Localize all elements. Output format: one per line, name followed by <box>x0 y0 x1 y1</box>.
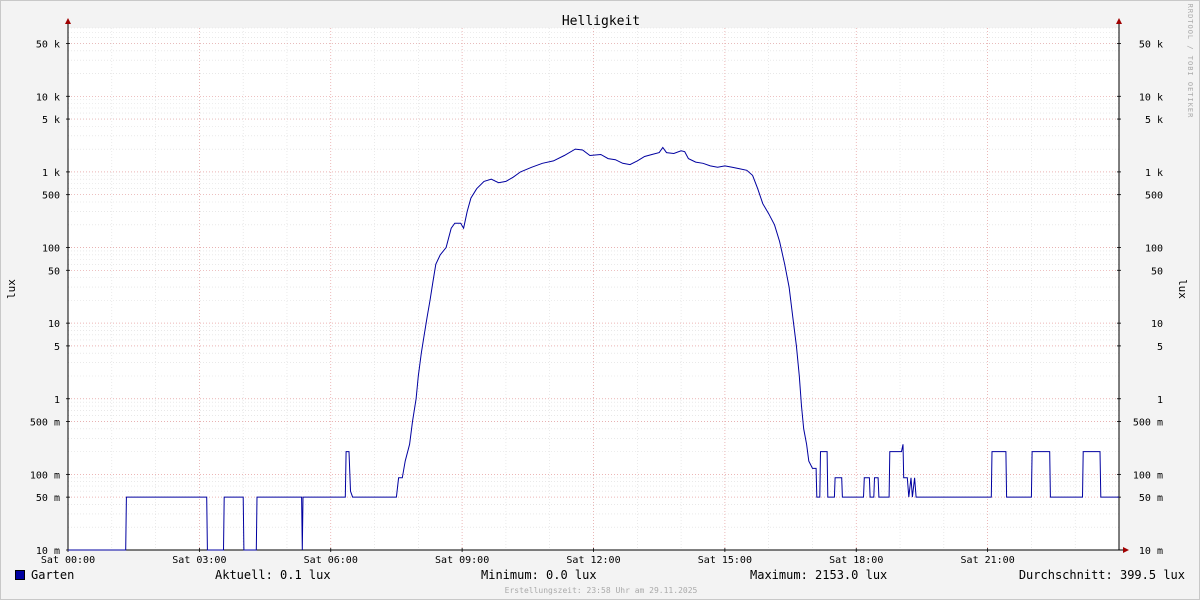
y-axis-label-right: lux <box>1176 279 1189 299</box>
watermark: RRDTOOL / TOBI OETIKER <box>1186 4 1194 119</box>
y-tick-label-right: 10 <box>1151 319 1163 330</box>
stat-maximum: Maximum: 2153.0 lux <box>750 568 888 582</box>
y-tick-label-left: 50 k <box>36 39 60 50</box>
y-tick-label-left: 100 <box>42 244 60 255</box>
y-tick-label-left: 500 <box>42 191 60 202</box>
y-tick-label-right: 500 m <box>1133 418 1163 429</box>
y-tick-label-left: 1 <box>54 395 60 406</box>
x-tick-label: Sat 06:00 <box>304 555 358 566</box>
y-axis-label-left: lux <box>5 279 18 299</box>
legend-series-name: Garten <box>31 568 75 582</box>
y-tick-label-right: 10 m <box>1139 546 1163 557</box>
y-tick-label-left: 10 k <box>36 92 60 103</box>
y-tick-label-right: 100 <box>1145 244 1163 255</box>
y-tick-label-right: 50 m <box>1139 493 1163 504</box>
y-tick-label-right: 100 m <box>1133 470 1163 481</box>
y-tick-label-right: 50 <box>1151 266 1163 277</box>
y-axis-arrow-left <box>65 18 71 24</box>
y-tick-label-right: 1 <box>1157 395 1163 406</box>
stat-aktuell: Aktuell: 0.1 lux <box>215 568 331 582</box>
y-tick-label-right: 5 <box>1157 342 1163 353</box>
chart: 10 m 10 m50 m 50 m100 m 100 m500 m 500 m1 15 5… <box>5 4 1194 566</box>
legend-row: Garten Aktuell: 0.1 lux Minimum: 0.0 lux… <box>15 568 1187 584</box>
y-tick-label-right: 1 k <box>1145 168 1163 179</box>
y-tick-label-left: 1 k <box>42 168 60 179</box>
y-tick-label-left: 10 <box>48 319 60 330</box>
y-tick-label-right: 500 <box>1145 191 1163 202</box>
x-tick-label: Sat 03:00 <box>172 555 226 566</box>
chart-frame: 10 m 10 m 50 m 50 m 100 m 100 m 500 m 500 m1155… <box>0 0 1200 600</box>
x-tick-label: Sat 00:00 <box>41 555 95 566</box>
y-tick-label-left: 5 <box>54 342 60 353</box>
y-tick-label-right: 50 k <box>1139 39 1163 50</box>
y-tick-label-left: 50 <box>48 266 60 277</box>
legend-swatch-garten <box>15 570 25 580</box>
y-tick-label-left: 50 m <box>36 493 60 504</box>
stat-minimum: Minimum: 0.0 lux <box>481 568 597 582</box>
x-tick-label: Sat 18:00 <box>829 555 883 566</box>
x-tick-label: Sat 15:00 <box>698 555 752 566</box>
x-tick-label: Sat 09:00 <box>435 555 489 566</box>
y-tick-label-left: 500 m <box>30 418 60 429</box>
y-axis-arrow-right <box>1116 18 1122 24</box>
y-tick-label-left: 5 k <box>42 115 60 126</box>
chart-title: Helligkeit <box>562 14 640 29</box>
x-tick-label: Sat 21:00 <box>961 555 1015 566</box>
stat-durchschnitt: Durchschnitt: 399.5 lux <box>1018 568 1185 582</box>
x-tick-label: Sat 12:00 <box>566 555 620 566</box>
x-axis-arrow <box>1123 547 1129 553</box>
y-tick-label-right: 10 k <box>1139 92 1163 103</box>
y-tick-label-left: 100 m <box>30 470 60 481</box>
footer-note: Erstellungszeit: 23:58 Uhr am 29.11.2025 <box>504 586 698 595</box>
y-tick-label-right: 5 k <box>1145 115 1163 126</box>
